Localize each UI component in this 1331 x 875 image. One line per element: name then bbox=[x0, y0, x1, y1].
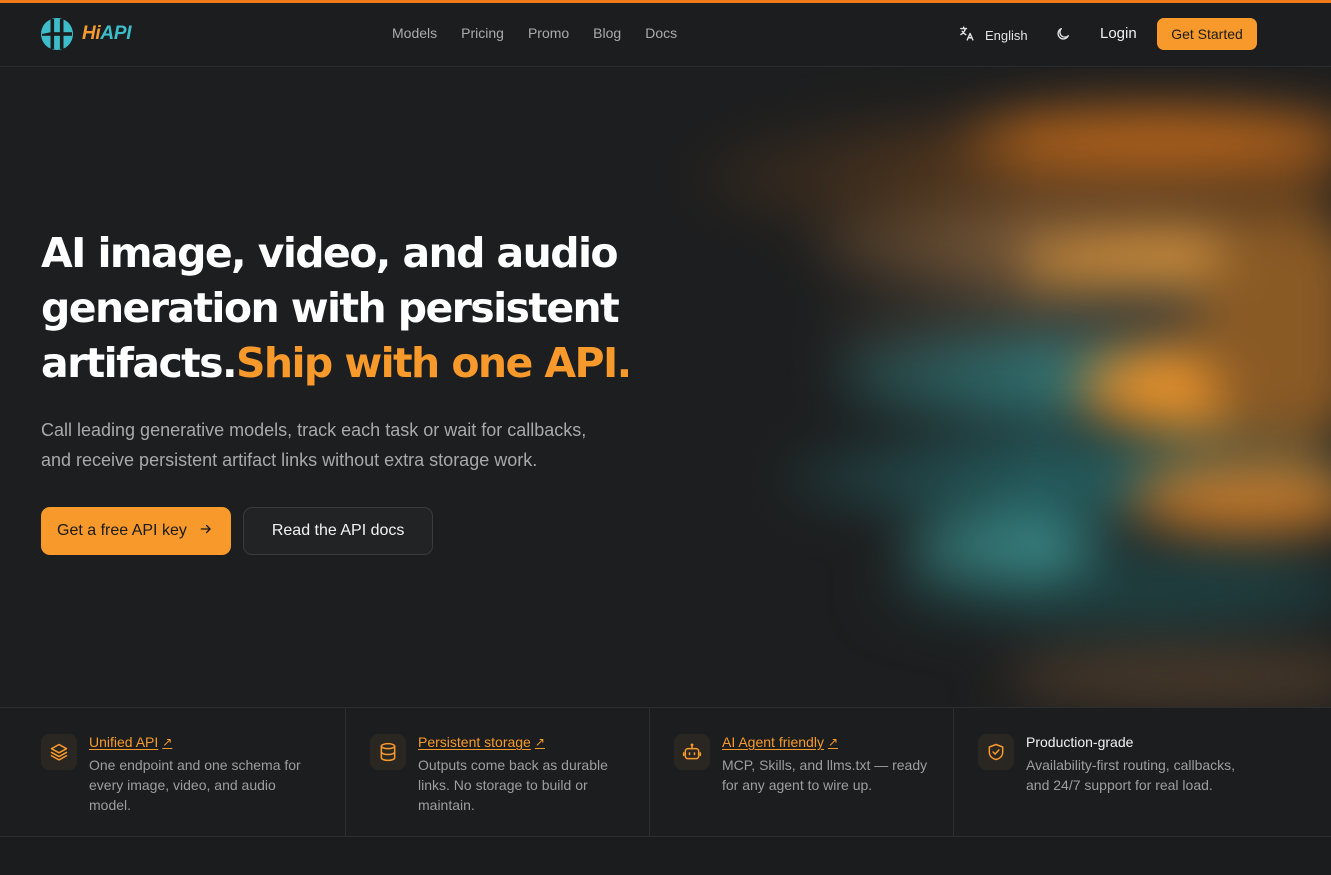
logo-icon bbox=[40, 17, 74, 51]
external-link-icon: ↗ bbox=[534, 735, 545, 749]
layers-icon bbox=[41, 734, 77, 770]
feature-description: One endpoint and one schema for every im… bbox=[89, 757, 301, 813]
hero-title-accent: Ship with one API. bbox=[235, 339, 632, 387]
nav-promo[interactable]: Promo bbox=[528, 25, 569, 41]
get-api-key-button[interactable]: Get a free API key bbox=[41, 507, 231, 555]
language-label: English bbox=[985, 27, 1028, 43]
read-docs-button[interactable]: Read the API docs bbox=[242, 507, 434, 555]
database-icon bbox=[370, 734, 406, 770]
shield-check-icon bbox=[978, 734, 1014, 770]
bot-icon bbox=[674, 734, 710, 770]
get-started-button[interactable]: Get Started bbox=[1157, 18, 1257, 50]
feature-title-link[interactable]: Persistent storage ↗ bbox=[418, 734, 545, 750]
arrow-right-icon bbox=[199, 522, 213, 541]
site-header: HiAPI Models Pricing Promo Blog Docs Eng… bbox=[0, 3, 1331, 67]
external-link-icon: ↗ bbox=[827, 735, 839, 749]
language-switcher[interactable]: English bbox=[958, 25, 1028, 45]
logo-text: HiAPI bbox=[82, 23, 132, 44]
page-bottom bbox=[0, 837, 1331, 875]
features-strip: Unified API ↗ One endpoint and one schema… bbox=[0, 707, 1331, 837]
hero-cta-group: Get a free API key Read the API docs bbox=[41, 507, 681, 555]
nav-docs[interactable]: Docs bbox=[645, 25, 677, 41]
hero-subtitle: Call leading generative models, track ea… bbox=[41, 420, 587, 470]
moon-icon bbox=[1055, 28, 1071, 46]
get-api-key-label: Get a free API key bbox=[57, 522, 187, 539]
feature-unified-api: Unified API ↗ One endpoint and one schema… bbox=[0, 708, 346, 836]
feature-title-link[interactable]: AI Agent friendly ↗ bbox=[722, 734, 838, 750]
nav-models[interactable]: Models bbox=[392, 25, 437, 41]
feature-title-link[interactable]: Unified API ↗ bbox=[89, 734, 172, 750]
feature-production-grade: Production-grade Availability-first rout… bbox=[954, 708, 1331, 836]
nav-blog[interactable]: Blog bbox=[593, 25, 621, 41]
hero-title: AI image, video, and audio generation wi… bbox=[41, 229, 632, 387]
feature-persistent-storage: Persistent storage ↗ Outputs come back as… bbox=[346, 708, 650, 836]
external-link-icon: ↗ bbox=[162, 735, 173, 749]
theme-toggle[interactable] bbox=[1055, 26, 1071, 47]
login-link[interactable]: Login bbox=[1100, 25, 1137, 42]
main-nav: Models Pricing Promo Blog Docs bbox=[392, 25, 677, 41]
hero-content: AI image, video, and audio generation wi… bbox=[41, 226, 681, 555]
feature-description: Outputs come back as durable links. No s… bbox=[418, 757, 608, 813]
hero-section: AI image, video, and audio generation wi… bbox=[0, 68, 1331, 708]
feature-ai-agent: AI Agent friendly ↗ MCP, Skills, and llms… bbox=[650, 708, 954, 836]
translate-icon bbox=[958, 25, 975, 45]
feature-title: Production-grade bbox=[1026, 734, 1134, 750]
feature-description: Availability-first routing, callbacks, a… bbox=[1026, 757, 1236, 793]
logo[interactable]: HiAPI bbox=[40, 17, 131, 51]
nav-pricing[interactable]: Pricing bbox=[461, 25, 504, 41]
feature-description: MCP, Skills, and llms.txt — ready for an… bbox=[722, 757, 928, 793]
